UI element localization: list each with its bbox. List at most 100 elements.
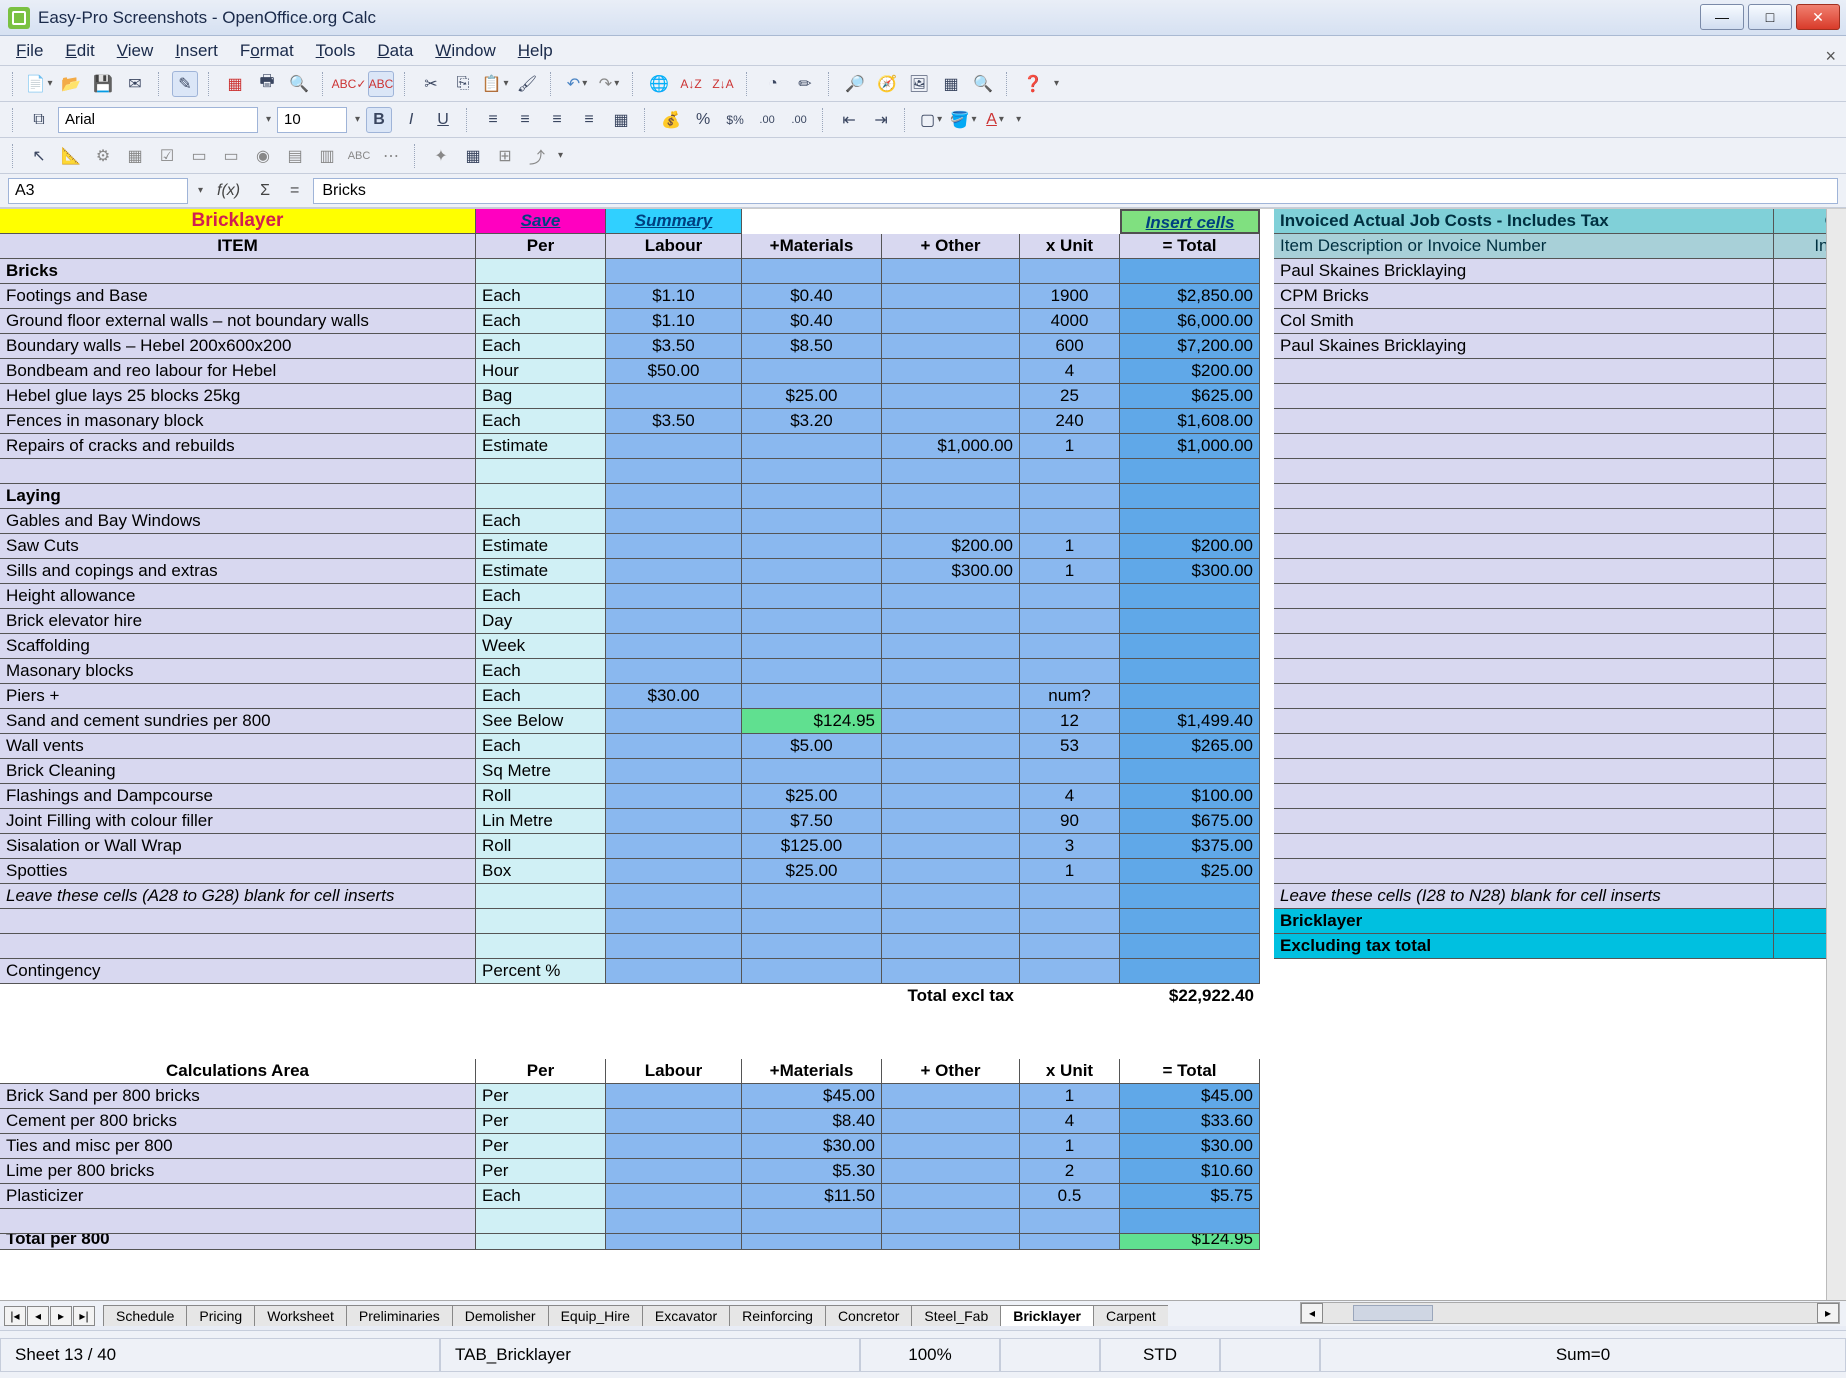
cell[interactable]: $30.00 [1120,1134,1260,1159]
cell[interactable]: Per [476,1084,606,1109]
cell[interactable]: Day [476,609,606,634]
cell[interactable]: Sand and cement sundries per 800 [0,709,476,734]
cell[interactable]: Brick Sand per 800 bricks [0,1084,476,1109]
cell[interactable] [1274,834,1774,859]
cell[interactable] [742,584,882,609]
sheet-tab[interactable]: Concretor [825,1305,912,1326]
cell[interactable] [742,434,882,459]
cell[interactable]: $100.00 [1120,784,1260,809]
cell[interactable] [1274,409,1774,434]
sheet-tab[interactable]: Demolisher [452,1305,549,1326]
cell[interactable] [882,484,1020,509]
cell[interactable] [606,259,742,284]
cell[interactable] [1274,434,1774,459]
cell[interactable]: Hebel glue lays 25 blocks 25kg [0,384,476,409]
cell[interactable]: Repairs of cracks and rebuilds [0,434,476,459]
format-paint-icon[interactable]: 🖌 [514,71,540,97]
cell[interactable]: Scaffolding [0,634,476,659]
cell[interactable] [1274,1209,1774,1234]
cell[interactable]: Sisalation or Wall Wrap [0,834,476,859]
cell[interactable]: Gables and Bay Windows [0,509,476,534]
cell[interactable]: $1,608.00 [1120,409,1260,434]
cell[interactable] [1274,1134,1774,1159]
edit-icon[interactable]: ✎ [172,71,198,97]
cell[interactable] [476,484,606,509]
cell[interactable]: 240 [1020,409,1120,434]
cell[interactable] [742,759,882,784]
spreadsheet-area[interactable]: BricklayerSaveSummaryInsert cellsInvoice… [0,208,1846,1306]
new-icon[interactable]: 📄▾ [26,71,52,97]
cell[interactable] [882,609,1020,634]
cell[interactable] [742,984,882,1009]
cell[interactable] [606,1234,742,1250]
cell[interactable] [1274,634,1774,659]
cell[interactable]: Joint Filling with colour filler [0,809,476,834]
cell[interactable]: CPM Bricks [1274,284,1774,309]
textbox-icon[interactable]: ▭ [186,143,212,169]
cell[interactable] [882,1234,1020,1250]
cell[interactable] [1274,759,1774,784]
cell[interactable] [606,984,742,1009]
cell[interactable] [882,459,1020,484]
cell[interactable] [606,1134,742,1159]
cell[interactable]: Flashings and Dampcourse [0,784,476,809]
cell[interactable]: 3 [1020,834,1120,859]
cell[interactable] [606,709,742,734]
label-icon[interactable]: ABC [346,143,372,169]
cell[interactable]: Saw Cuts [0,534,476,559]
paste-icon[interactable]: 📋▾ [482,71,508,97]
design-mode-icon[interactable]: 📐 [58,143,84,169]
cell[interactable]: $25.00 [1120,859,1260,884]
open-icon[interactable]: 📂 [58,71,84,97]
cell[interactable]: $33.60 [1120,1109,1260,1134]
cell[interactable]: Hour [476,359,606,384]
cell[interactable]: + Other [882,234,1020,259]
standard-format-icon[interactable]: $% [722,107,748,133]
font-name-dropdown-icon[interactable]: ▾ [266,114,271,125]
cell[interactable]: Brick elevator hire [0,609,476,634]
cell[interactable] [742,1234,882,1250]
button-icon[interactable]: ▭ [218,143,244,169]
cell[interactable] [1120,459,1260,484]
cell[interactable] [476,884,606,909]
align-center-icon[interactable]: ≡ [512,107,538,133]
cell[interactable] [742,659,882,684]
cell[interactable] [882,209,1020,234]
cell[interactable]: $5.30 [742,1159,882,1184]
cell[interactable]: Bricklayer [0,209,476,234]
cell[interactable] [0,459,476,484]
print-icon[interactable]: 🖶 [254,71,280,97]
cell[interactable] [882,409,1020,434]
cell[interactable] [1020,509,1120,534]
cell[interactable]: $10.60 [1120,1159,1260,1184]
cell[interactable] [742,609,882,634]
document-close-icon[interactable]: × [1825,46,1836,67]
cell[interactable] [606,1009,742,1034]
cell[interactable] [476,1009,606,1034]
undo-icon[interactable]: ↶▾ [564,71,590,97]
cell[interactable] [1120,584,1260,609]
cell[interactable]: $11.50 [742,1184,882,1209]
cell[interactable] [882,934,1020,959]
cell[interactable] [1274,809,1774,834]
tab-last-icon[interactable]: ▸| [73,1306,95,1326]
cell[interactable]: Height allowance [0,584,476,609]
cell[interactable]: 12 [1020,709,1120,734]
sheet-tab[interactable]: Excavator [642,1305,730,1326]
cell[interactable] [1274,734,1774,759]
cell[interactable]: Sq Metre [476,759,606,784]
cell[interactable]: 1 [1020,534,1120,559]
cell[interactable]: $7,200.00 [1120,334,1260,359]
cell[interactable] [1274,984,1774,1009]
cell[interactable]: $25.00 [742,784,882,809]
cell[interactable]: Week [476,634,606,659]
cell[interactable] [606,534,742,559]
cell[interactable] [1120,684,1260,709]
cell[interactable]: Excluding tax total [1274,934,1774,959]
vertical-scrollbar[interactable] [1826,209,1846,1306]
cell[interactable]: Col Smith [1274,309,1774,334]
cell[interactable]: x Unit [1020,1059,1120,1084]
font-name-select[interactable] [58,107,258,133]
cell[interactable] [1274,659,1774,684]
cell[interactable] [1120,259,1260,284]
